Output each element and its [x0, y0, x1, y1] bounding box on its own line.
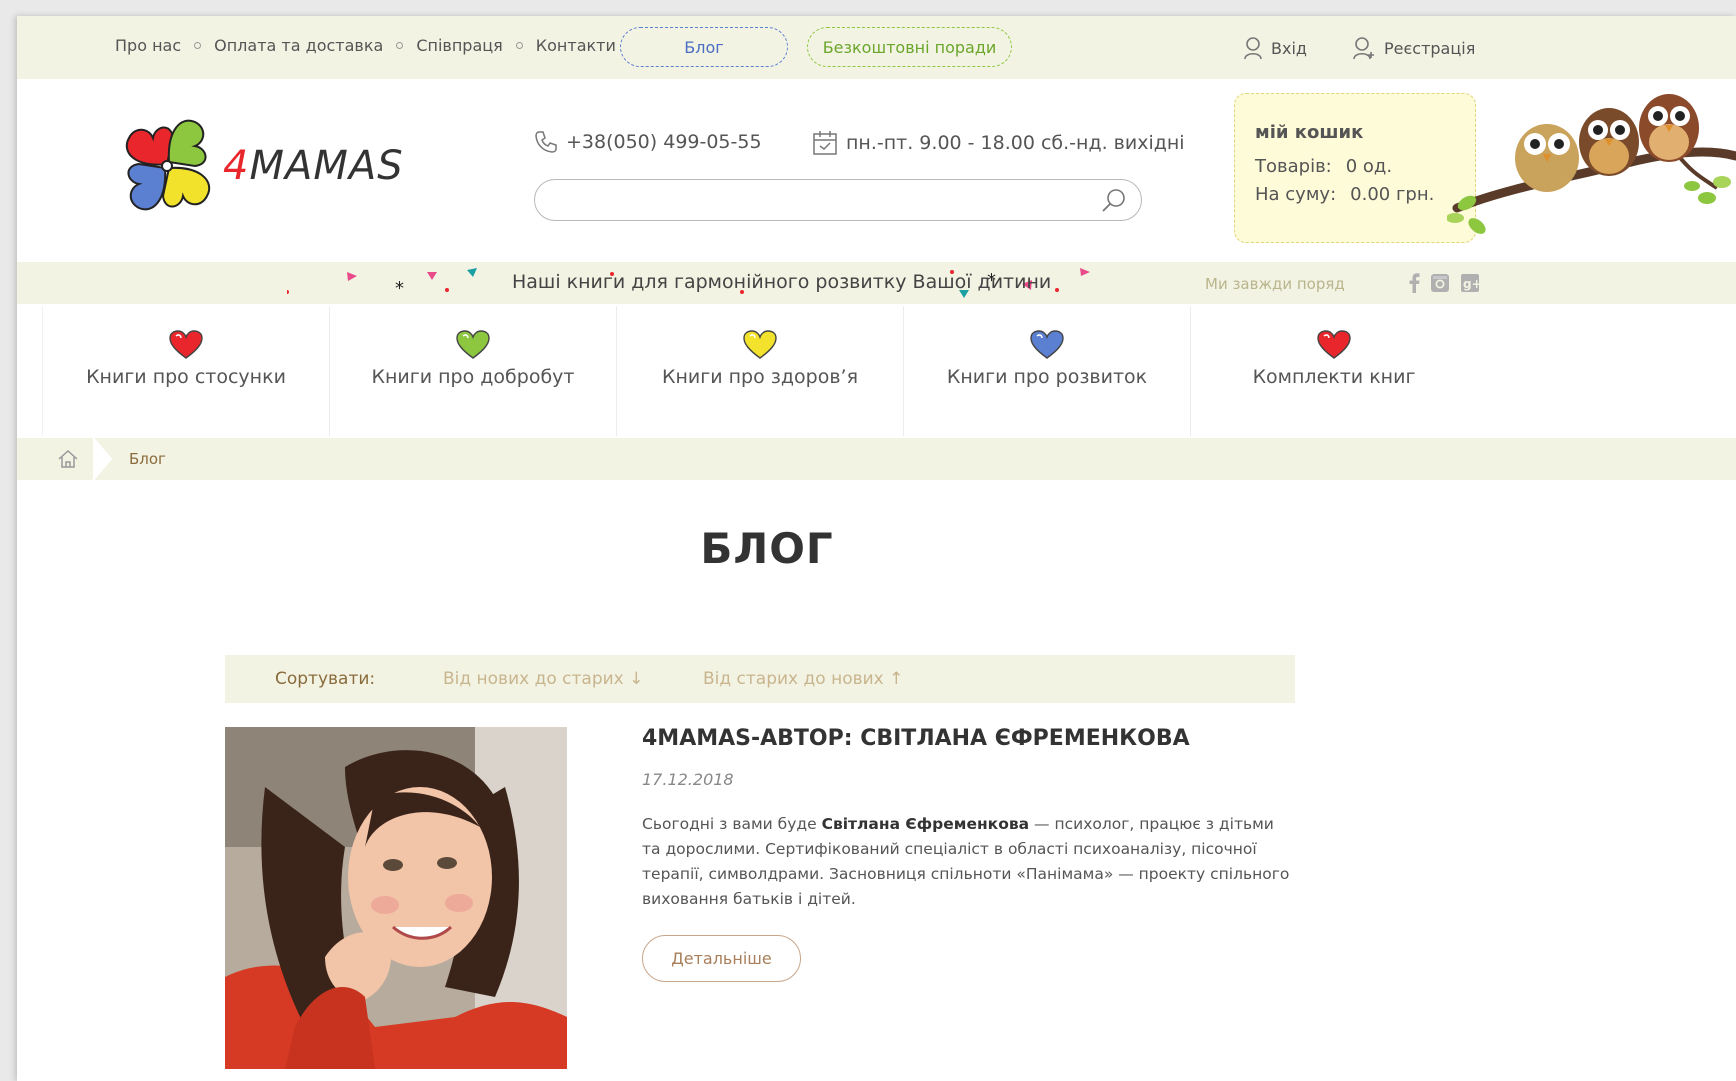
owls-on-branch-illustration — [1447, 94, 1736, 234]
breadcrumb: Блог — [17, 438, 1736, 480]
breadcrumb-separator — [92, 438, 113, 480]
red-heart-icon — [1317, 330, 1351, 359]
svg-text:g+: g+ — [1463, 277, 1480, 291]
calendar-icon — [813, 131, 837, 155]
site-logo[interactable]: 4MAMAS — [115, 112, 404, 220]
login-label: Вхід — [1271, 38, 1307, 58]
phone-icon — [535, 131, 557, 153]
logo-text: 4MAMAS — [223, 143, 404, 189]
working-hours: пн.-пт. 9.00 - 18.00 сб.-нд. вихідні — [812, 130, 1185, 156]
owl-1 — [1515, 124, 1579, 192]
owl-3 — [1639, 94, 1699, 162]
cart-title: Мій кошик — [1255, 122, 1364, 143]
breadcrumb-current: Блог — [129, 450, 166, 468]
article-excerpt: Сьогодні з вами буде Світлана Єфременков… — [642, 815, 1290, 908]
nav-contacts[interactable]: Контакти — [536, 36, 616, 55]
cart-sum-row: На суму: 0.00 грн. — [1255, 184, 1435, 205]
owl-2 — [1579, 108, 1639, 176]
top-bar: Про нас Оплата та доставка Співпраця Кон… — [17, 16, 1736, 79]
facebook-icon[interactable] — [1407, 273, 1421, 293]
cart-items-row: Товарів: 0 од. — [1255, 156, 1393, 177]
page-title: БЛОГ — [700, 524, 834, 573]
free-tips-button[interactable]: Безкоштовні поради — [807, 27, 1012, 67]
category-wellbeing[interactable]: Книги про добробут — [329, 306, 616, 436]
article-photo[interactable] — [225, 727, 567, 1069]
green-heart-icon — [456, 330, 490, 359]
page: Про нас Оплата та доставка Співпраця Кон… — [17, 16, 1736, 1081]
mini-cart[interactable]: Мій кошик Товарів: 0 од. На суму: 0.00 грн… — [1234, 93, 1476, 243]
slogan-ribbon: * * Наші книги для гармонійного розвитку… — [17, 262, 1736, 304]
author-portrait-image — [225, 727, 567, 1069]
sort-label: Сортувати: — [275, 669, 376, 689]
slogan-text: Наші книги для гармонійного розвитку Ваш… — [512, 271, 1052, 293]
article-date: 17.12.2018 — [642, 770, 734, 789]
top-nav: Про нас Оплата та доставка Співпраця Кон… — [115, 36, 616, 55]
phone-number[interactable]: +38(050) 499-05-55 — [534, 130, 762, 154]
search-input[interactable] — [553, 186, 1077, 216]
nav-separator — [515, 42, 523, 49]
login-link[interactable]: Вхід — [1243, 36, 1307, 60]
nav-separator — [194, 42, 202, 49]
nav-separator — [396, 42, 404, 49]
home-icon[interactable] — [57, 449, 79, 469]
yellow-heart-icon — [743, 330, 777, 359]
nav-about[interactable]: Про нас — [115, 36, 181, 55]
search-box[interactable] — [534, 179, 1142, 221]
nav-payment-delivery[interactable]: Оплата та доставка — [214, 36, 383, 55]
category-book-sets[interactable]: Комплекти книг — [1190, 306, 1477, 436]
tagline: Ми завжди поряд — [1205, 275, 1345, 293]
instagram-icon[interactable] — [1430, 273, 1450, 293]
category-relationships[interactable]: Книги про стосунки — [42, 306, 329, 436]
clover-logo-icon — [125, 119, 211, 211]
search-icon[interactable] — [1101, 187, 1127, 213]
sort-bar: Сортувати: Від нових до старих ↓ Від ста… — [225, 655, 1295, 703]
category-menu: Книги про стосунки Книги про добробут Кн… — [42, 306, 1477, 436]
category-health[interactable]: Книги про здоров’я — [616, 306, 903, 436]
blue-heart-icon — [1030, 330, 1064, 359]
red-heart-icon — [169, 330, 203, 359]
article-title[interactable]: 4MAMAS-АВТОР: СВІТЛАНА ЄФРЕМЕНКОВА — [642, 726, 1190, 751]
read-more-button[interactable]: Детальніше — [642, 935, 801, 982]
register-link[interactable]: Реєстрація — [1352, 36, 1475, 60]
add-user-icon — [1353, 37, 1374, 60]
svg-text:*: * — [395, 278, 404, 299]
google-plus-icon[interactable]: g+ — [1460, 273, 1480, 293]
sort-oldest-first[interactable]: Від старих до нових ↑ — [703, 669, 903, 689]
register-label: Реєстрація — [1384, 38, 1476, 58]
user-icon — [1244, 37, 1262, 60]
sort-newest-first[interactable]: Від нових до старих ↓ — [443, 669, 643, 689]
blog-button[interactable]: Блог — [620, 27, 788, 67]
nav-cooperation[interactable]: Співпраця — [416, 36, 502, 55]
category-development[interactable]: Книги про розвиток — [903, 306, 1190, 436]
